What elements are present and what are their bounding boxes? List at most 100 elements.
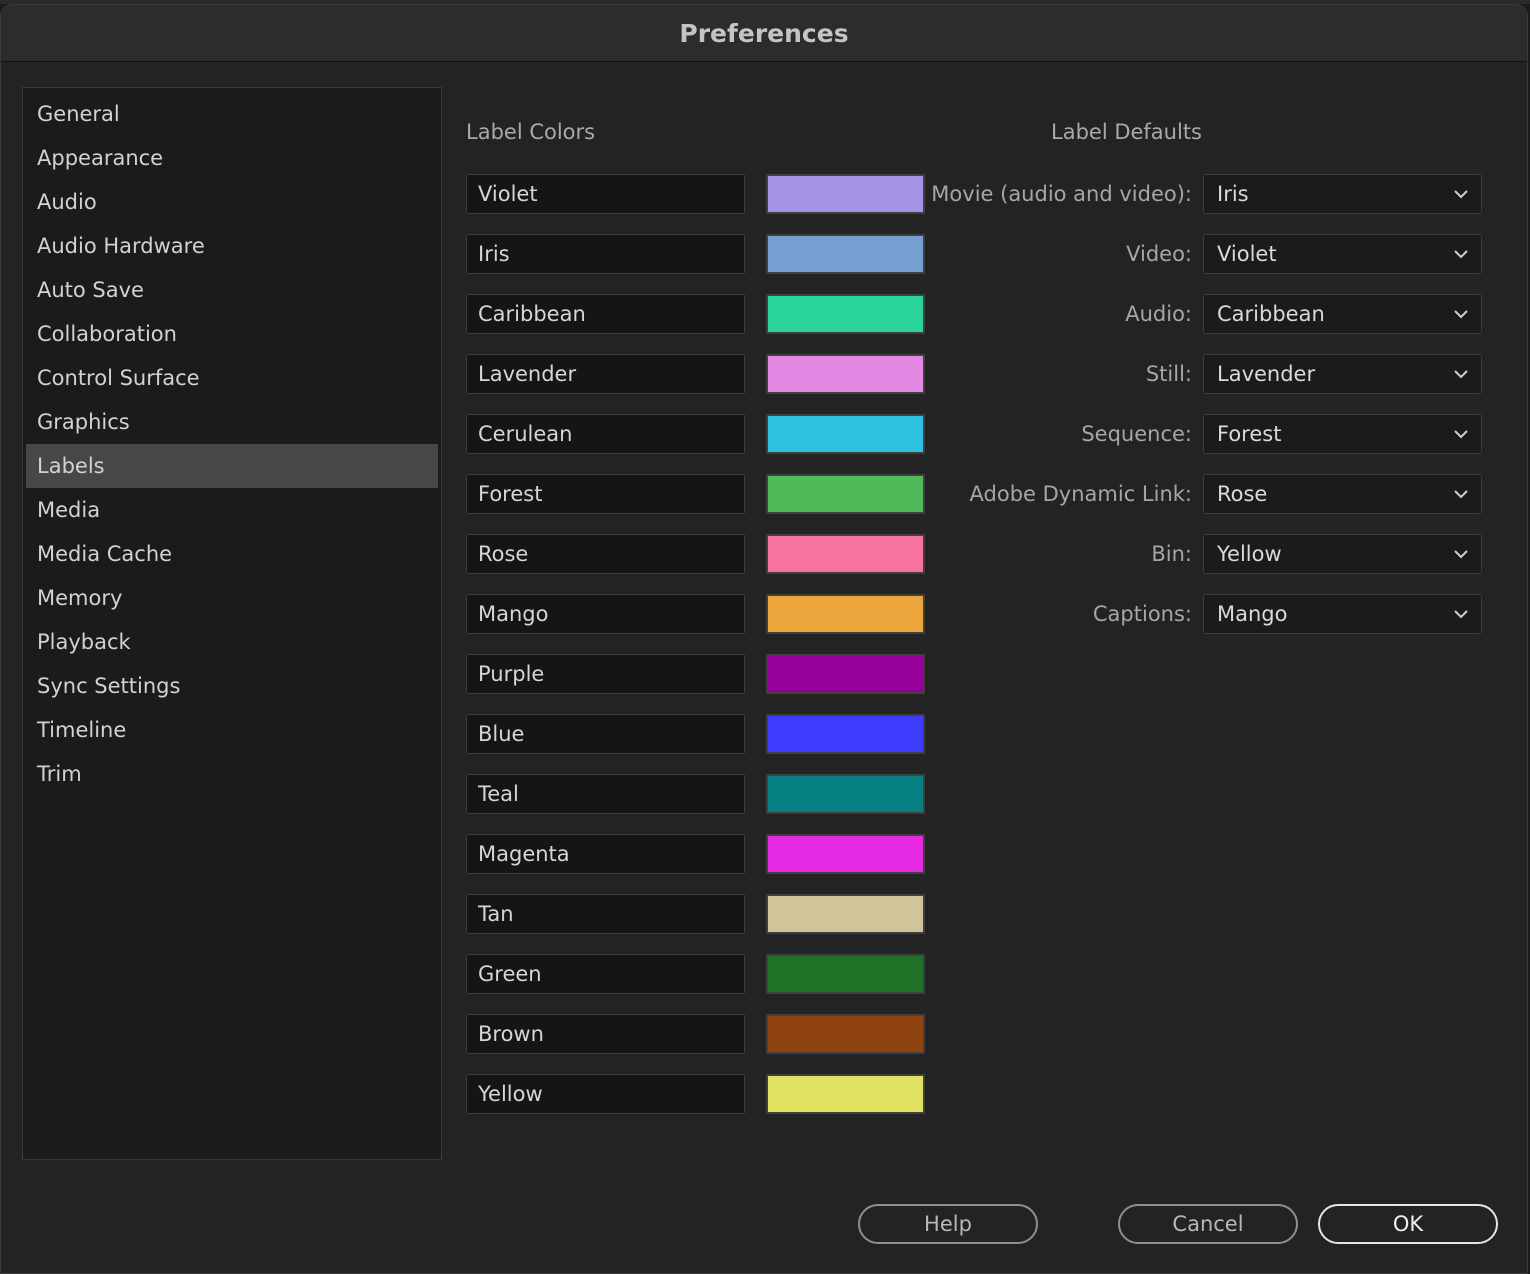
label-default-label: Still:: [1145, 362, 1192, 386]
label-default-row: Captions: Mango: [940, 594, 1482, 634]
label-name-field[interactable]: Rose: [466, 534, 745, 574]
label-color-swatch[interactable]: [766, 294, 925, 334]
label-color-row: Green: [466, 954, 926, 994]
label-default-label: Audio:: [1125, 302, 1192, 326]
label-default-value: Yellow: [1217, 542, 1282, 566]
sidebar-item-general[interactable]: General: [26, 92, 438, 136]
label-default-value: Forest: [1217, 422, 1282, 446]
sidebar-item-audio-hardware[interactable]: Audio Hardware: [26, 224, 438, 268]
label-colors-title: Label Colors: [466, 120, 596, 144]
label-color-swatch[interactable]: [766, 774, 925, 814]
label-name-field[interactable]: Cerulean: [466, 414, 745, 454]
label-color-swatch[interactable]: [766, 1074, 925, 1114]
sidebar-item-playback[interactable]: Playback: [26, 620, 438, 664]
sidebar-item-audio[interactable]: Audio: [26, 180, 438, 224]
label-default-value: Violet: [1217, 242, 1277, 266]
label-name-field[interactable]: Mango: [466, 594, 745, 634]
label-default-select[interactable]: Caribbean: [1203, 294, 1482, 334]
label-color-row: Purple: [466, 654, 926, 694]
label-default-value: Lavender: [1217, 362, 1316, 386]
label-default-select[interactable]: Lavender: [1203, 354, 1482, 394]
label-color-row: Violet: [466, 174, 926, 214]
dialog-title: Preferences: [679, 18, 849, 48]
label-color-swatch[interactable]: [766, 714, 925, 754]
label-name-field[interactable]: Brown: [466, 1014, 745, 1054]
label-color-swatch[interactable]: [766, 474, 925, 514]
label-color-swatch[interactable]: [766, 234, 925, 274]
label-default-row: Bin: Yellow: [940, 534, 1482, 574]
label-color-swatch[interactable]: [766, 354, 925, 394]
chevron-down-icon: [1454, 190, 1468, 199]
label-default-label: Sequence:: [1081, 422, 1192, 446]
chevron-down-icon: [1454, 370, 1468, 379]
label-default-select[interactable]: Iris: [1203, 174, 1482, 214]
cancel-button[interactable]: Cancel: [1118, 1204, 1298, 1244]
label-name-field[interactable]: Caribbean: [466, 294, 745, 334]
label-default-row: Video: Violet: [940, 234, 1482, 274]
label-default-label: Video:: [1126, 242, 1192, 266]
label-color-swatch[interactable]: [766, 834, 925, 874]
label-default-value: Caribbean: [1217, 302, 1325, 326]
sidebar-item-memory[interactable]: Memory: [26, 576, 438, 620]
title-bar[interactable]: Preferences: [1, 5, 1527, 62]
label-default-row: Still: Lavender: [940, 354, 1482, 394]
label-name-field[interactable]: Violet: [466, 174, 745, 214]
label-default-row: Sequence: Forest: [940, 414, 1482, 454]
label-name-field[interactable]: Green: [466, 954, 745, 994]
label-defaults-title: Label Defaults: [1051, 120, 1202, 144]
label-name-field[interactable]: Purple: [466, 654, 745, 694]
label-color-row: Teal: [466, 774, 926, 814]
label-color-row: Cerulean: [466, 414, 926, 454]
label-color-swatch[interactable]: [766, 594, 925, 634]
label-default-label: Adobe Dynamic Link:: [969, 482, 1192, 506]
sidebar-item-control-surface[interactable]: Control Surface: [26, 356, 438, 400]
label-name-field[interactable]: Lavender: [466, 354, 745, 394]
label-color-row: Lavender: [466, 354, 926, 394]
sidebar-item-timeline[interactable]: Timeline: [26, 708, 438, 752]
ok-button[interactable]: OK: [1318, 1204, 1498, 1244]
label-color-row: Blue: [466, 714, 926, 754]
sidebar-item-graphics[interactable]: Graphics: [26, 400, 438, 444]
sidebar-item-auto-save[interactable]: Auto Save: [26, 268, 438, 312]
label-default-select[interactable]: Mango: [1203, 594, 1482, 634]
label-default-row: Movie (audio and video): Iris: [931, 174, 1482, 214]
sidebar-item-media[interactable]: Media: [26, 488, 438, 532]
label-color-swatch[interactable]: [766, 894, 925, 934]
label-name-field[interactable]: Blue: [466, 714, 745, 754]
chevron-down-icon: [1454, 550, 1468, 559]
label-name-field[interactable]: Tan: [466, 894, 745, 934]
sidebar-item-labels[interactable]: Labels: [26, 444, 438, 488]
label-color-row: Magenta: [466, 834, 926, 874]
label-color-swatch[interactable]: [766, 1014, 925, 1054]
label-default-value: Rose: [1217, 482, 1268, 506]
sidebar-item-sync-settings[interactable]: Sync Settings: [26, 664, 438, 708]
chevron-down-icon: [1454, 250, 1468, 259]
label-name-field[interactable]: Magenta: [466, 834, 745, 874]
label-color-swatch[interactable]: [766, 954, 925, 994]
label-name-field[interactable]: Iris: [466, 234, 745, 274]
label-color-swatch[interactable]: [766, 174, 925, 214]
help-button[interactable]: Help: [858, 1204, 1038, 1244]
chevron-down-icon: [1454, 490, 1468, 499]
sidebar-item-media-cache[interactable]: Media Cache: [26, 532, 438, 576]
label-color-row: Rose: [466, 534, 926, 574]
label-color-swatch[interactable]: [766, 414, 925, 454]
label-color-row: Brown: [466, 1014, 926, 1054]
label-name-field[interactable]: Forest: [466, 474, 745, 514]
label-name-field[interactable]: Yellow: [466, 1074, 745, 1114]
label-default-value: Iris: [1217, 182, 1249, 206]
label-default-label: Movie (audio and video):: [931, 182, 1192, 206]
label-default-select[interactable]: Rose: [1203, 474, 1482, 514]
label-name-field[interactable]: Teal: [466, 774, 745, 814]
sidebar-item-collaboration[interactable]: Collaboration: [26, 312, 438, 356]
label-color-row: Mango: [466, 594, 926, 634]
sidebar-item-trim[interactable]: Trim: [26, 752, 438, 796]
label-color-swatch[interactable]: [766, 534, 925, 574]
label-color-swatch[interactable]: [766, 654, 925, 694]
sidebar-item-appearance[interactable]: Appearance: [26, 136, 438, 180]
label-default-select[interactable]: Yellow: [1203, 534, 1482, 574]
chevron-down-icon: [1454, 430, 1468, 439]
label-default-select[interactable]: Violet: [1203, 234, 1482, 274]
label-default-select[interactable]: Forest: [1203, 414, 1482, 454]
label-default-row: Adobe Dynamic Link: Rose: [940, 474, 1482, 514]
